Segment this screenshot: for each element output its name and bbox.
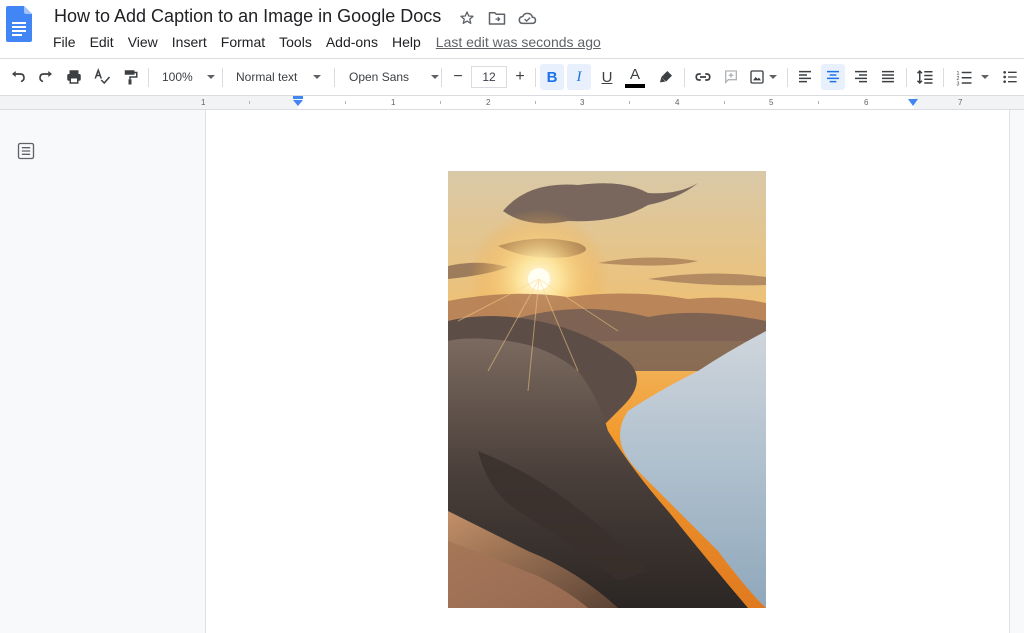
numbered-list-icon[interactable]: 123 bbox=[950, 59, 994, 95]
left-indent-marker-icon[interactable] bbox=[292, 96, 304, 108]
separator bbox=[441, 68, 442, 87]
ruler-tick bbox=[249, 101, 250, 104]
ruler-number: 4 bbox=[675, 98, 680, 107]
ruler-number: 1 bbox=[391, 98, 396, 107]
menu-insert[interactable]: Insert bbox=[165, 31, 214, 53]
add-comment-icon[interactable] bbox=[719, 59, 743, 95]
horizontal-ruler[interactable]: 1 1 2 3 4 5 6 7 bbox=[0, 96, 1024, 110]
chevron-down-icon bbox=[431, 75, 440, 79]
toolbar: 100% Normal text Open Sans − 12 + B I U … bbox=[0, 58, 1024, 96]
text-color-letter: A bbox=[629, 65, 640, 83]
align-right-icon[interactable] bbox=[849, 59, 873, 95]
sunset-landscape-image bbox=[448, 171, 766, 608]
star-icon[interactable] bbox=[457, 8, 477, 28]
print-icon[interactable] bbox=[62, 59, 86, 95]
font-family-value: Open Sans bbox=[349, 70, 410, 84]
italic-button[interactable]: I bbox=[567, 64, 591, 90]
highlight-icon[interactable] bbox=[654, 59, 678, 95]
bulleted-list-icon[interactable] bbox=[998, 59, 1022, 95]
bold-button[interactable]: B bbox=[540, 64, 564, 90]
text-color-swatch bbox=[625, 83, 645, 88]
separator bbox=[684, 68, 685, 87]
zoom-dropdown[interactable]: 100% bbox=[162, 59, 215, 95]
chevron-down-icon bbox=[313, 75, 322, 79]
paint-format-icon[interactable] bbox=[118, 59, 142, 95]
menu-bar: File Edit View Insert Format Tools Add-o… bbox=[46, 31, 601, 53]
separator bbox=[787, 68, 788, 87]
align-left-icon[interactable] bbox=[793, 59, 817, 95]
ruler-number: 6 bbox=[864, 98, 869, 107]
menu-help[interactable]: Help bbox=[385, 31, 428, 53]
app-header: How to Add Caption to an Image in Google… bbox=[0, 0, 1024, 58]
menu-add-ons[interactable]: Add-ons bbox=[319, 31, 385, 53]
ruler-number: 2 bbox=[486, 98, 491, 107]
docs-logo-icon[interactable] bbox=[6, 6, 32, 42]
ruler-tick bbox=[535, 101, 536, 104]
svg-text:3: 3 bbox=[957, 81, 960, 86]
decrease-font-size-button[interactable]: − bbox=[448, 59, 468, 95]
cloud-status-icon[interactable] bbox=[517, 8, 537, 28]
ruler-number: 5 bbox=[769, 98, 774, 107]
separator bbox=[906, 68, 907, 87]
insert-image-icon[interactable] bbox=[746, 59, 780, 95]
justify-icon[interactable] bbox=[876, 59, 900, 95]
spellcheck-icon[interactable] bbox=[90, 59, 114, 95]
link-icon[interactable] bbox=[691, 59, 715, 95]
separator bbox=[148, 68, 149, 87]
right-indent-marker-icon[interactable] bbox=[907, 98, 919, 108]
increase-font-size-button[interactable]: + bbox=[510, 59, 530, 95]
ruler-tick bbox=[629, 101, 630, 104]
menu-view[interactable]: View bbox=[121, 31, 165, 53]
paragraph-style-dropdown[interactable]: Normal text bbox=[236, 59, 322, 95]
document-title[interactable]: How to Add Caption to an Image in Google… bbox=[54, 6, 441, 27]
text-color-button[interactable]: A bbox=[623, 59, 647, 95]
ruler-tick bbox=[440, 101, 441, 104]
underline-button[interactable]: U bbox=[595, 59, 619, 95]
zoom-value: 100% bbox=[162, 70, 193, 84]
paragraph-style-value: Normal text bbox=[236, 70, 298, 84]
ruler-number: 1 bbox=[201, 98, 206, 107]
document-outline-icon[interactable] bbox=[16, 141, 36, 166]
move-folder-icon[interactable] bbox=[487, 8, 507, 28]
align-center-icon[interactable] bbox=[821, 64, 845, 90]
chevron-down-icon bbox=[206, 75, 215, 79]
separator bbox=[222, 68, 223, 87]
chevron-down-icon bbox=[981, 75, 989, 79]
separator bbox=[334, 68, 335, 87]
menu-format[interactable]: Format bbox=[214, 31, 272, 53]
separator bbox=[535, 68, 536, 87]
menu-edit[interactable]: Edit bbox=[83, 31, 121, 53]
font-size-input[interactable]: 12 bbox=[471, 66, 507, 88]
font-family-dropdown[interactable]: Open Sans bbox=[349, 59, 440, 95]
separator bbox=[943, 68, 944, 87]
last-edit-link[interactable]: Last edit was seconds ago bbox=[436, 31, 601, 53]
inline-image[interactable] bbox=[448, 171, 766, 608]
ruler-tick bbox=[345, 101, 346, 104]
ruler-tick bbox=[724, 101, 725, 104]
ruler-number: 3 bbox=[580, 98, 585, 107]
ruler-tick bbox=[818, 101, 819, 104]
ruler-number: 7 bbox=[958, 98, 963, 107]
chevron-down-icon bbox=[769, 75, 777, 79]
redo-icon[interactable] bbox=[34, 59, 58, 95]
title-actions bbox=[457, 8, 537, 28]
undo-icon[interactable] bbox=[6, 59, 30, 95]
menu-file[interactable]: File bbox=[46, 31, 83, 53]
menu-tools[interactable]: Tools bbox=[272, 31, 319, 53]
line-spacing-icon[interactable] bbox=[913, 59, 937, 95]
